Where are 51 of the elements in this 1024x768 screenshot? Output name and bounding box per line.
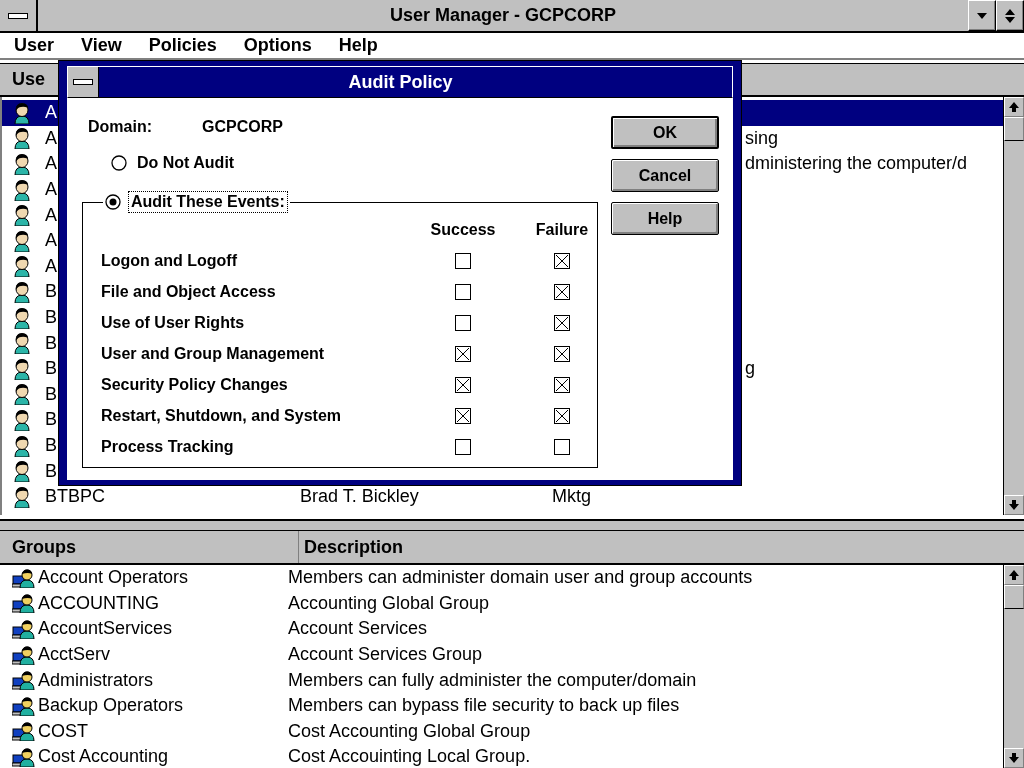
description-text: Members can administer domain user and group accounts	[288, 567, 753, 589]
event-label: Process Tracking	[101, 437, 235, 456]
user-name: A	[45, 179, 57, 201]
group-name: COST	[38, 720, 89, 742]
column-label: Failure	[534, 220, 590, 239]
user-name: A	[45, 127, 57, 149]
description-text: g	[745, 358, 755, 380]
description-text: Account Services Group	[288, 644, 483, 666]
description-text: Members can fully administer the computer/domain	[288, 669, 697, 691]
group-name: AccountServices	[38, 618, 174, 640]
event-label: User and Group Management	[101, 344, 326, 363]
user-name: B	[45, 435, 57, 456]
description-text: dministering the computer/d	[745, 153, 968, 175]
description-text: Mktg	[552, 486, 591, 508]
event-label: File and Object Access	[101, 282, 277, 301]
user-name: A	[45, 255, 57, 277]
group-name: Account Operators	[38, 567, 190, 589]
description-text: Members can bypass file security to back up files	[288, 695, 680, 717]
group-name: Cost Accounting	[38, 746, 170, 768]
group-name: AcctServ	[38, 644, 112, 666]
description-text: Cost Accouinting Local Group.	[288, 746, 531, 768]
description-text: sing	[745, 127, 779, 149]
user-name: A	[45, 204, 57, 226]
user-name: B	[45, 383, 57, 405]
group-name: Backup Operators	[38, 695, 185, 717]
description-text: Cost Accounting Global Group	[288, 720, 531, 742]
domain-value: GCPCORP	[202, 118, 283, 136]
description-text: Account Services	[288, 618, 428, 640]
dialog-title: Audit Policy	[347, 71, 454, 93]
header-label: Use	[12, 69, 46, 90]
user-name: BTBPC	[45, 486, 105, 508]
user-name: A	[45, 102, 57, 124]
user-name: A	[45, 153, 57, 175]
event-label: Restart, Shutdown, and System	[101, 406, 343, 425]
description-text: Accounting Global Group	[288, 592, 490, 614]
user-name: B	[45, 281, 57, 303]
user-name: B	[45, 307, 57, 329]
domain-label: Domain:	[88, 118, 153, 136]
window-title: User Manager - GCPCORP	[388, 4, 618, 27]
event-label: Logon and Logoff	[101, 251, 238, 270]
full-name: Brad T. Bickley	[300, 486, 420, 508]
user-name: B	[45, 460, 57, 482]
user-name: B	[45, 358, 57, 380]
group-name: Administrators	[38, 669, 155, 691]
event-label: Security Policy Changes	[101, 375, 289, 394]
user-name: B	[45, 409, 57, 431]
column-label: Success	[429, 220, 497, 239]
event-label: Use of User Rights	[101, 313, 246, 332]
user-name: B	[45, 332, 57, 354]
user-name: A	[45, 230, 57, 252]
group-name: ACCOUNTING	[38, 592, 160, 614]
